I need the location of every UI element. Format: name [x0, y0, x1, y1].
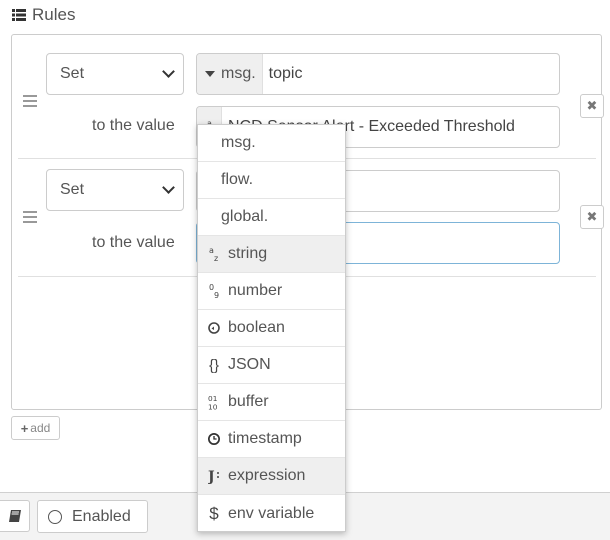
buffer-binary-icon: 01 10	[208, 393, 220, 411]
add-rule-button[interactable]: + add	[11, 416, 60, 440]
dollar-icon: $	[209, 503, 219, 523]
book-icon[interactable]	[0, 500, 30, 532]
menu-item-label: flow.	[221, 171, 254, 188]
add-rule-label: add	[30, 421, 51, 435]
menu-item-json[interactable]: {} JSON	[198, 347, 345, 384]
circle-icon	[48, 509, 62, 524]
list-icon	[12, 9, 26, 21]
menu-item-label: JSON	[228, 356, 271, 373]
menu-item-label: number	[228, 282, 283, 299]
menu-item-number[interactable]: 09 number	[198, 273, 345, 310]
chevron-down-icon	[162, 65, 175, 78]
rules-header: Rules	[12, 5, 75, 25]
menu-item-label: timestamp	[228, 430, 302, 447]
menu-item-label: global.	[221, 208, 269, 225]
menu-item-timestamp[interactable]: timestamp	[198, 421, 345, 458]
action-select-value: Set	[60, 65, 85, 82]
chevron-down-icon	[162, 181, 175, 194]
rules-title: Rules	[32, 5, 76, 24]
property-type-label: msg.	[221, 65, 256, 82]
to-value-label: to the value	[92, 234, 175, 251]
action-select[interactable]: Set	[46, 53, 184, 95]
delete-rule-button[interactable]: ✖	[580, 94, 604, 118]
enabled-label: Enabled	[72, 507, 131, 525]
delete-rule-button[interactable]: ✖	[580, 205, 604, 229]
jsonata-icon: J	[208, 468, 220, 484]
property-value: topic	[268, 65, 303, 82]
svg-text:9: 9	[214, 291, 219, 299]
menu-item-label: buffer	[228, 393, 269, 410]
number-09-icon: 09	[208, 283, 220, 299]
menu-item-label: boolean	[228, 319, 285, 336]
property-input[interactable]: msg. topic	[196, 53, 560, 95]
string-az-icon: az	[208, 246, 220, 262]
menu-item-flow[interactable]: flow.	[198, 162, 345, 199]
menu-item-label: expression	[228, 467, 306, 484]
menu-item-label: msg.	[221, 134, 256, 151]
action-select-value: Set	[60, 181, 85, 198]
svg-text:J: J	[208, 469, 215, 484]
drag-handle-icon[interactable]	[23, 211, 37, 223]
menu-item-expression[interactable]: J expression	[198, 458, 345, 495]
property-type-button[interactable]: msg.	[197, 54, 263, 94]
menu-item-global[interactable]: global.	[198, 199, 345, 236]
clock-icon	[208, 432, 220, 446]
to-value-label: to the value	[92, 117, 175, 134]
menu-item-buffer[interactable]: 01 10 buffer	[198, 384, 345, 421]
menu-item-label: env variable	[228, 504, 315, 522]
enabled-toggle[interactable]: Enabled	[37, 500, 148, 533]
svg-text:z: z	[214, 254, 218, 262]
plus-icon: +	[20, 420, 29, 436]
menu-item-string[interactable]: az string	[198, 236, 345, 273]
menu-item-label: string	[228, 245, 268, 262]
menu-item-env-variable[interactable]: $ env variable	[198, 495, 345, 532]
json-braces-icon: {}	[208, 356, 220, 374]
svg-text:10: 10	[208, 402, 218, 411]
type-dropdown-menu: msg. flow. global. az string 09 number b…	[197, 124, 346, 532]
menu-item-msg[interactable]: msg.	[198, 125, 345, 162]
menu-item-boolean[interactable]: boolean	[198, 310, 345, 347]
drag-handle-icon[interactable]	[23, 95, 37, 107]
caret-down-icon	[205, 71, 215, 77]
boolean-icon	[208, 322, 220, 334]
action-select[interactable]: Set	[46, 169, 184, 211]
